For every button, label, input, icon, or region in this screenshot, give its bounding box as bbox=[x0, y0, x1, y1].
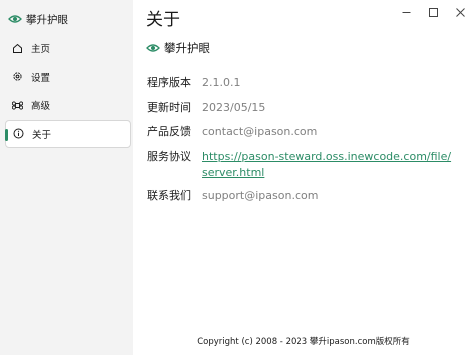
agreement-link[interactable]: https://pason-steward.oss.inewcode.com/f… bbox=[202, 150, 451, 180]
gear-icon bbox=[12, 71, 23, 82]
info-label: 服务协议 bbox=[147, 150, 191, 163]
minimize-icon bbox=[402, 2, 411, 21]
sidebar-item-about[interactable]: 关于 bbox=[5, 119, 131, 148]
app-brand: 攀升护眼 bbox=[8, 11, 68, 27]
sidebar: 攀升护眼 主页 设置 高级 关于 bbox=[0, 0, 133, 355]
info-row-updated: 更新时间 2023/05/15 bbox=[147, 101, 265, 115]
command-icon bbox=[12, 100, 23, 111]
info-row-version: 程序版本 2.1.0.1 bbox=[147, 76, 240, 90]
agreement-link-line2[interactable]: server.html bbox=[202, 166, 264, 180]
contact-email-value: support@ipason.com bbox=[202, 189, 319, 202]
main-content: 关于 攀升护眼 程序版本 2.1.0.1 更新时间 2023/05/15 产品反… bbox=[133, 0, 474, 355]
app-brand-name: 攀升护眼 bbox=[26, 13, 68, 26]
info-label: 程序版本 bbox=[147, 76, 191, 89]
app-name-heading: 攀升护眼 bbox=[146, 40, 210, 56]
eye-logo-icon bbox=[8, 14, 22, 24]
sidebar-item-label: 主页 bbox=[31, 44, 51, 56]
active-indicator bbox=[5, 128, 8, 141]
eye-logo-icon bbox=[146, 43, 160, 53]
window-controls bbox=[393, 0, 474, 22]
sidebar-item-settings[interactable]: 设置 bbox=[5, 63, 131, 92]
close-icon bbox=[456, 2, 465, 21]
home-icon bbox=[12, 43, 23, 54]
copyright-footer: Copyright (c) 2008 - 2023 攀升ipason.com版权… bbox=[197, 337, 410, 347]
info-icon bbox=[13, 128, 24, 139]
sidebar-nav: 主页 设置 高级 关于 bbox=[0, 34, 133, 148]
feedback-email-value: contact@ipason.com bbox=[202, 125, 318, 138]
info-label: 联系我们 bbox=[147, 189, 191, 202]
sidebar-item-advanced[interactable]: 高级 bbox=[5, 91, 131, 120]
maximize-button[interactable] bbox=[420, 0, 447, 22]
agreement-link-line1[interactable]: https://pason-steward.oss.inewcode.com/f… bbox=[202, 150, 451, 164]
info-row-feedback: 产品反馈 contact@ipason.com bbox=[147, 125, 317, 139]
sidebar-item-label: 高级 bbox=[31, 101, 51, 113]
info-label: 产品反馈 bbox=[147, 125, 191, 138]
sidebar-item-home[interactable]: 主页 bbox=[5, 34, 131, 63]
sidebar-item-label: 设置 bbox=[31, 72, 51, 84]
version-value: 2.1.0.1 bbox=[202, 76, 241, 89]
maximize-icon bbox=[429, 2, 438, 21]
info-row-agreement: 服务协议 https://pason-steward.oss.inewcode.… bbox=[147, 150, 451, 180]
info-row-contact: 联系我们 support@ipason.com bbox=[147, 189, 318, 203]
app-name-text: 攀升护眼 bbox=[164, 41, 210, 55]
info-label: 更新时间 bbox=[147, 101, 191, 114]
minimize-button[interactable] bbox=[393, 0, 420, 22]
page-title: 关于 bbox=[146, 10, 180, 30]
close-button[interactable] bbox=[447, 0, 474, 22]
sidebar-item-label: 关于 bbox=[32, 129, 52, 141]
update-date-value: 2023/05/15 bbox=[202, 101, 266, 114]
